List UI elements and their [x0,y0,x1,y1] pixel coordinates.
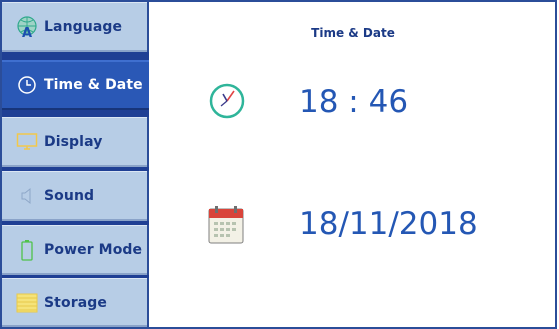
date-value: 18/11/2018 [299,206,478,242]
sidebar-item-storage[interactable]: Storage [2,278,149,327]
sidebar-nav: A Language Time & Date Display Sound Pow… [2,2,149,327]
clock-icon [208,82,246,124]
time-value: 18 : 46 [299,84,409,120]
page-title: Time & Date [311,26,395,40]
sidebar-item-display[interactable]: Display [2,117,149,167]
sidebar-item-time-date[interactable]: Time & Date [2,60,149,110]
sidebar-item-label: Display [44,134,103,150]
sidebar-item-label: Time & Date [44,77,143,93]
sidebar-item-label: Sound [44,188,95,204]
calendar-icon [208,206,244,248]
sidebar-item-label: Power Mode [44,242,143,258]
battery-icon [16,239,38,261]
sidebar-item-language[interactable]: A Language [2,2,149,52]
sidebar-item-sound[interactable]: Sound [2,171,149,221]
sidebar-item-label: Storage [44,294,107,311]
globe-language-icon: A [16,16,38,38]
svg-text:A: A [22,26,32,38]
settings-window: A Language Time & Date Display Sound Pow… [0,0,557,329]
monitor-icon [16,131,38,153]
storage-icon [16,292,38,314]
main-panel: Time & Date 18 : 46 18/11/2018 [151,2,555,327]
sidebar-item-label: Language [44,19,123,35]
sidebar-item-power-mode[interactable]: Power Mode [2,225,149,275]
speaker-icon [16,185,38,207]
clock-icon [16,74,38,96]
